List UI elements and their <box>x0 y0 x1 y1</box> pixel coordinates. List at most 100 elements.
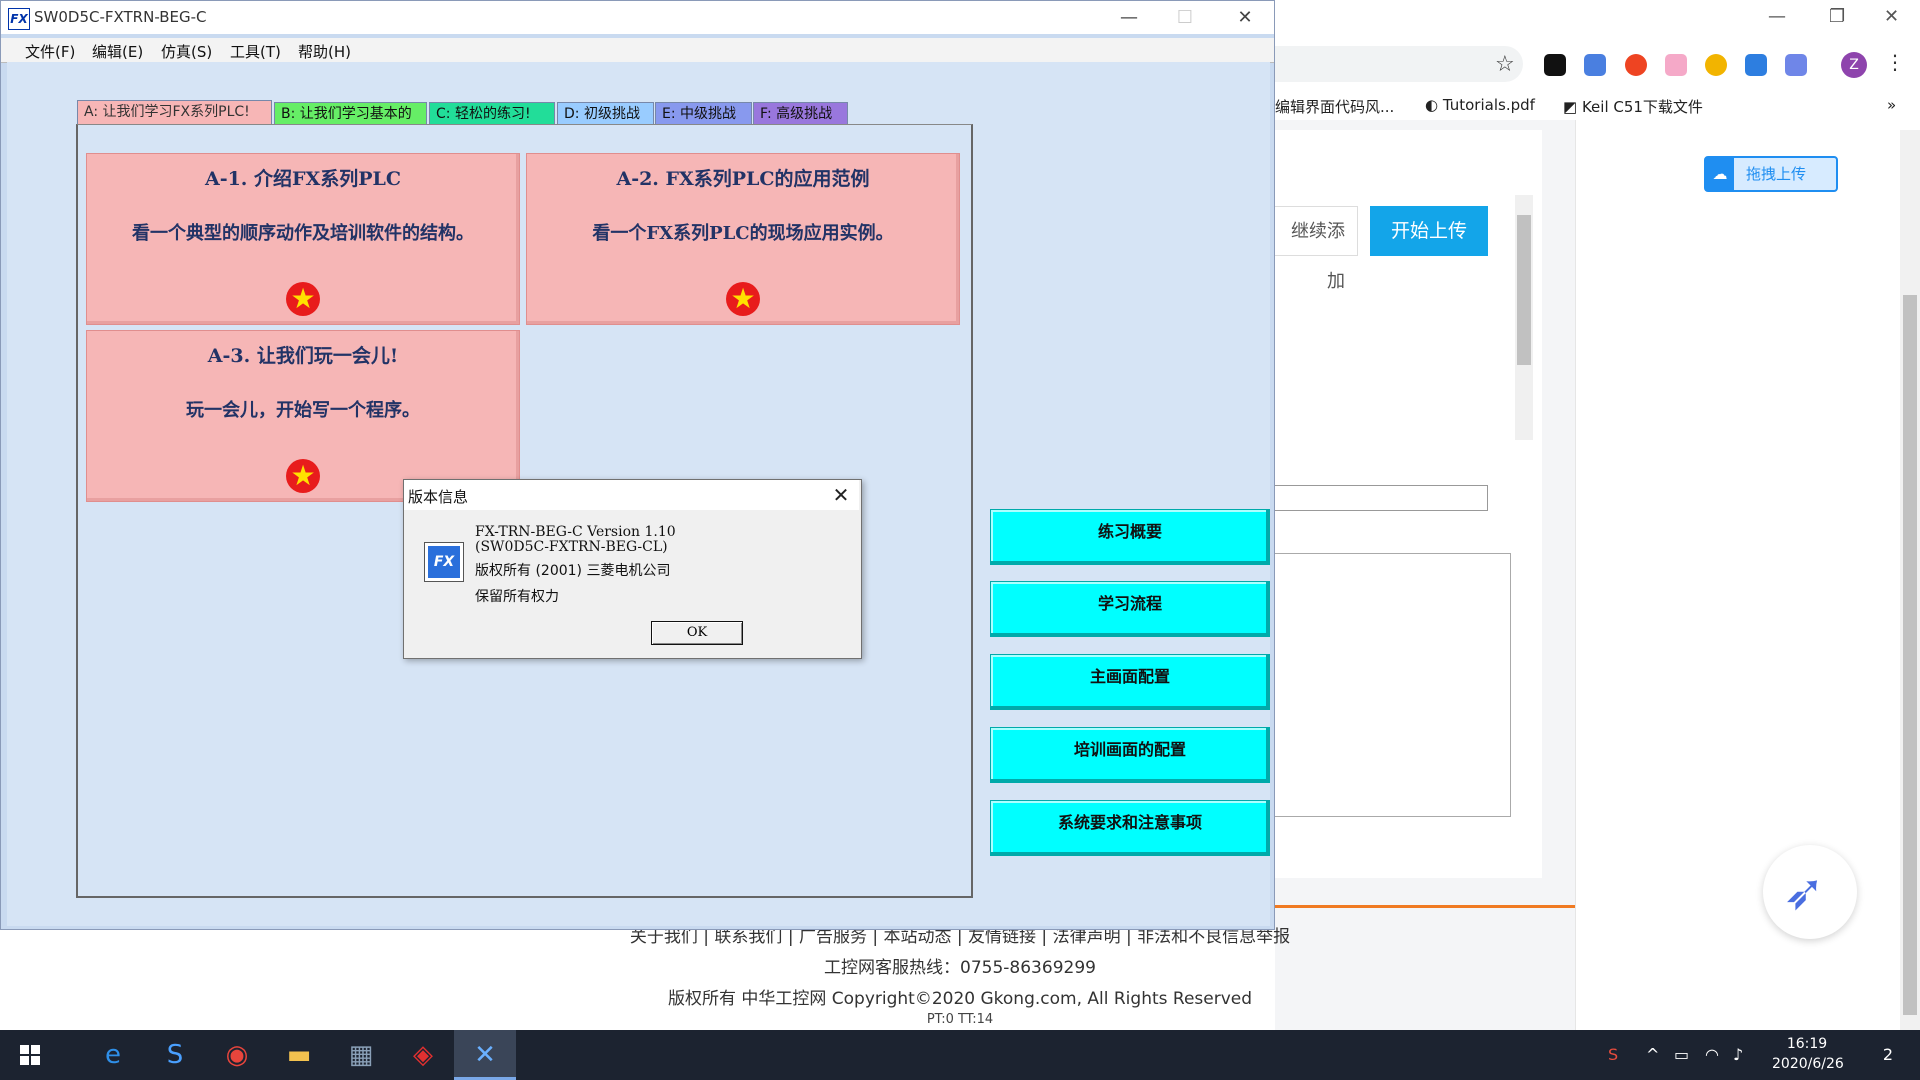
windows-start-icon[interactable] <box>20 1045 40 1065</box>
tab-f[interactable]: F: 高级挑战 <box>753 102 848 124</box>
notification-center-icon[interactable]: 2 <box>1875 1042 1901 1068</box>
browser-menu-icon[interactable]: ⋮ <box>1885 50 1905 74</box>
menu-simulate[interactable]: 仿真(S) <box>161 41 212 62</box>
extension-icon-6[interactable] <box>1745 54 1767 76</box>
version-line: FX-TRN-BEG-C Version 1.10 <box>475 524 676 540</box>
dialog-body: FX FX-TRN-BEG-C Version 1.10 (SW0D5C-FXT… <box>404 510 859 656</box>
bookmark-star-icon[interactable]: ☆ <box>1495 52 1515 77</box>
cloud-icon: ☁ <box>1706 158 1734 190</box>
system-requirements-button[interactable]: 系统要求和注意事项 <box>990 800 1270 856</box>
menu-file[interactable]: 文件(F) <box>25 41 75 62</box>
star-icon: ★ <box>726 282 760 316</box>
footer-hotline: 工控网客服热线：0755-86369299 <box>824 958 1096 978</box>
continue-add-button[interactable]: 继续添加 <box>1275 206 1358 292</box>
drag-upload-button[interactable]: ☁ 拖拽上传 <box>1704 156 1838 192</box>
description-textarea[interactable] <box>1275 553 1511 817</box>
file-explorer-icon[interactable]: ▬ <box>268 1030 330 1080</box>
extension-icon-1[interactable] <box>1544 54 1566 76</box>
bookmarks-overflow-icon[interactable]: » <box>1887 96 1896 114</box>
dialog-titlebar: 版本信息 ✕ <box>404 480 859 510</box>
sogou-icon[interactable]: S <box>144 1030 206 1080</box>
wifi-icon[interactable]: ◠ <box>1705 1045 1719 1064</box>
start-upload-button[interactable]: 开始上传 <box>1370 206 1488 256</box>
chrome-icon[interactable]: ◉ <box>206 1030 268 1080</box>
menu-bar: 文件(F) 编辑(E) 仿真(S) 工具(T) 帮助(H) <box>1 38 1274 63</box>
extension-icon-4[interactable] <box>1665 54 1687 76</box>
fx-trn-taskbar-icon[interactable]: ✕ <box>454 1030 516 1080</box>
side-widget <box>1575 120 1920 1030</box>
bookmark-item[interactable]: ◐ Tutorials.pdf <box>1425 96 1535 114</box>
sogou-tray-icon[interactable]: S <box>1608 1045 1618 1064</box>
browser-close-button[interactable]: ✕ <box>1884 6 1899 27</box>
fx-app-icon: FX <box>424 542 464 582</box>
tab-d[interactable]: D: 初级挑战 <box>557 102 654 124</box>
footer-status: PT:0 TT:14 <box>926 1012 994 1027</box>
browser-restore-button[interactable]: ❐ <box>1829 6 1845 27</box>
minimize-button[interactable]: — <box>1106 5 1152 31</box>
ok-button[interactable]: OK <box>651 621 743 645</box>
training-screen-config-button[interactable]: 培训画面的配置 <box>990 727 1270 783</box>
volume-icon[interactable]: ♪ <box>1733 1045 1743 1064</box>
scrollbar-thumb[interactable] <box>1903 295 1917 1015</box>
extension-icon-7[interactable] <box>1785 54 1807 76</box>
close-button[interactable]: ✕ <box>1222 5 1268 31</box>
file-list-scrollbar[interactable] <box>1515 195 1533 440</box>
title-input[interactable] <box>1275 485 1488 511</box>
fx-logo-icon: FX <box>8 8 30 30</box>
learning-flow-button[interactable]: 学习流程 <box>990 581 1270 637</box>
bookmark-item[interactable]: ◩ Keil C51下载文件 <box>1563 96 1703 117</box>
dialog-close-button[interactable]: ✕ <box>828 482 854 508</box>
clock-time: 16:19 <box>1786 1036 1828 1052</box>
tab-a[interactable]: A: 让我们学习FX系列PLC! <box>77 100 272 125</box>
menu-tools[interactable]: 工具(T) <box>230 41 281 62</box>
practice-overview-button[interactable]: 练习概要 <box>990 509 1270 565</box>
edge-icon[interactable]: e <box>82 1030 144 1080</box>
page-scrollbar[interactable] <box>1900 130 1920 1030</box>
product-code: (SW0D5C-FXTRN-BEG-CL) <box>475 539 668 555</box>
star-icon: ★ <box>286 282 320 316</box>
maximize-button[interactable]: ☐ <box>1162 5 1208 31</box>
copyright-text: 版权所有 (2001) 三菱电机公司 <box>475 563 671 579</box>
lesson-title: A-2. FX系列PLC的应用范例 <box>616 168 870 190</box>
lesson-a3-card[interactable]: A-3. 让我们玩一会儿! 玩一会儿，开始写一个程序。 ★ <box>86 330 520 502</box>
app-titlebar: FX SW0D5C-FXTRN-BEG-C — ☐ ✕ <box>1 1 1274 34</box>
taskbar: e S ◉ ▬ ▦ ◈ ✕ S ^ ▭ ◠ ♪ 16:19 2020/6/26 … <box>0 1030 1920 1080</box>
translate-extension-icon[interactable] <box>1584 54 1606 76</box>
app-icon-6[interactable]: ◈ <box>392 1030 454 1080</box>
scrollbar-thumb[interactable] <box>1517 215 1531 365</box>
lesson-description: 玩一会儿，开始写一个程序。 <box>186 400 420 421</box>
browser-titlebar: — ❐ ✕ <box>1275 0 1920 36</box>
version-dialog: 版本信息 ✕ FX FX-TRN-BEG-C Version 1.10 (SW0… <box>403 479 862 659</box>
window-title: SW0D5C-FXTRN-BEG-C <box>34 8 207 26</box>
lesson-a1-card[interactable]: A-1. 介绍FX系列PLC 看一个典型的顺序动作及培训软件的结构。 ★ <box>86 153 520 325</box>
address-bar[interactable] <box>1275 46 1523 82</box>
bookmark-item[interactable]: 编辑界面代码风... <box>1275 96 1394 117</box>
footer-copyright: 版权所有 中华工控网 Copyright©2020 Gkong.com, All… <box>667 989 1253 1009</box>
lesson-a2-card[interactable]: A-2. FX系列PLC的应用范例 看一个FX系列PLC的现场应用实例。 ★ <box>526 153 960 325</box>
menu-edit[interactable]: 编辑(E) <box>92 41 143 62</box>
lesson-description: 看一个FX系列PLC的现场应用实例。 <box>592 223 894 244</box>
lesson-description: 看一个典型的顺序动作及培训软件的结构。 <box>132 223 474 244</box>
star-icon: ★ <box>286 459 320 493</box>
browser-minimize-button[interactable]: — <box>1768 6 1786 27</box>
tab-e[interactable]: E: 中级挑战 <box>655 102 752 124</box>
extension-icon-5[interactable] <box>1705 54 1727 76</box>
lesson-title: A-3. 让我们玩一会儿! <box>207 345 399 367</box>
lesson-title: A-1. 介绍FX系列PLC <box>204 168 402 190</box>
menu-help[interactable]: 帮助(H) <box>298 41 351 62</box>
profile-avatar[interactable]: Z <box>1841 52 1867 78</box>
battery-icon[interactable]: ▭ <box>1674 1045 1689 1064</box>
divider <box>1275 905 1575 908</box>
extension-icon-3[interactable] <box>1625 54 1647 76</box>
chevron-up-icon[interactable]: ^ <box>1646 1045 1659 1064</box>
app-icon-5[interactable]: ▦ <box>330 1030 392 1080</box>
system-clock[interactable]: 16:19 2020/6/26 <box>1772 1034 1844 1074</box>
tab-b[interactable]: B: 让我们学习基本的 <box>274 102 427 124</box>
main-screen-config-button[interactable]: 主画面配置 <box>990 654 1270 710</box>
feather-float-button[interactable]: ➶ <box>1763 845 1857 939</box>
tab-c[interactable]: C: 轻松的练习! <box>429 102 555 124</box>
bookmarks-bar: 编辑界面代码风... ◐ Tutorials.pdf ◩ Keil C51下载文… <box>1275 92 1920 118</box>
bird-icon: ➶ <box>1783 863 1825 921</box>
rights-text: 保留所有权力 <box>475 589 559 605</box>
globe-icon: ◐ <box>1425 96 1443 114</box>
